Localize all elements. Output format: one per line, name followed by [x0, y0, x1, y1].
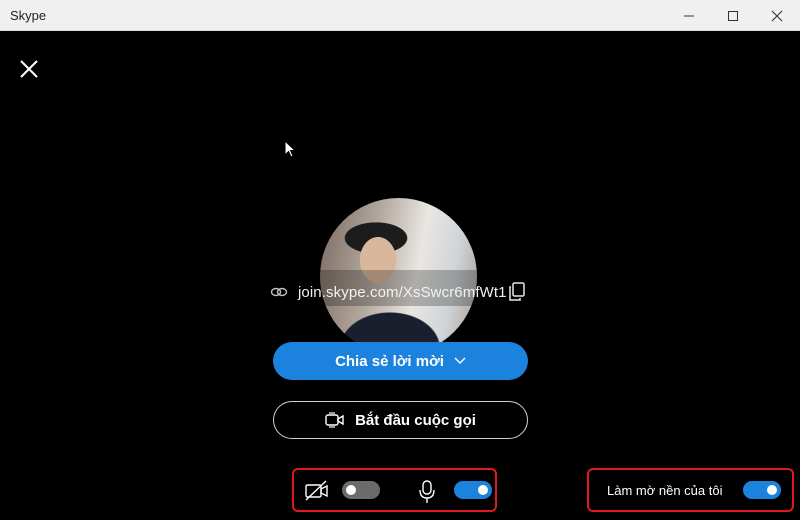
start-call-button[interactable]: Bắt đầu cuộc gọi: [273, 401, 528, 439]
chevron-down-icon: [454, 357, 466, 364]
close-meeting-button[interactable]: [14, 54, 44, 84]
share-invite-label: Chia sẻ lời mời: [335, 352, 444, 370]
close-icon: [771, 10, 783, 21]
microphone-icon: [419, 480, 435, 503]
invite-link-text[interactable]: join.skype.com/XsSwcr6mfWt1: [298, 284, 507, 301]
title-bar: Skype: [0, 0, 800, 31]
minimize-icon: [684, 15, 694, 16]
close-icon: [20, 60, 38, 78]
share-invite-button[interactable]: Chia sẻ lời mời: [273, 342, 528, 380]
video-call-icon: [325, 412, 344, 428]
window-close-button[interactable]: [754, 0, 800, 31]
camera-off-icon: [305, 480, 328, 501]
maximize-icon: [728, 10, 738, 21]
link-icon: [270, 287, 288, 297]
start-call-label: Bắt đầu cuộc gọi: [355, 411, 476, 429]
minimize-button[interactable]: [666, 0, 712, 31]
copy-icon[interactable]: [508, 282, 526, 302]
window-title: Skype: [10, 8, 47, 23]
camera-preview-avatar: [320, 198, 477, 355]
av-controls-highlight: [292, 468, 497, 512]
blur-background-highlight: Làm mờ nền của tôi: [587, 468, 794, 512]
camera-toggle[interactable]: [342, 481, 380, 499]
mouse-cursor-icon: [284, 140, 297, 158]
maximize-button[interactable]: [710, 0, 756, 31]
blur-background-toggle[interactable]: [743, 481, 781, 499]
invite-link-row: join.skype.com/XsSwcr6mfWt1: [270, 282, 530, 304]
blur-background-label: Làm mờ nền của tôi: [607, 483, 723, 498]
microphone-toggle[interactable]: [454, 481, 492, 499]
